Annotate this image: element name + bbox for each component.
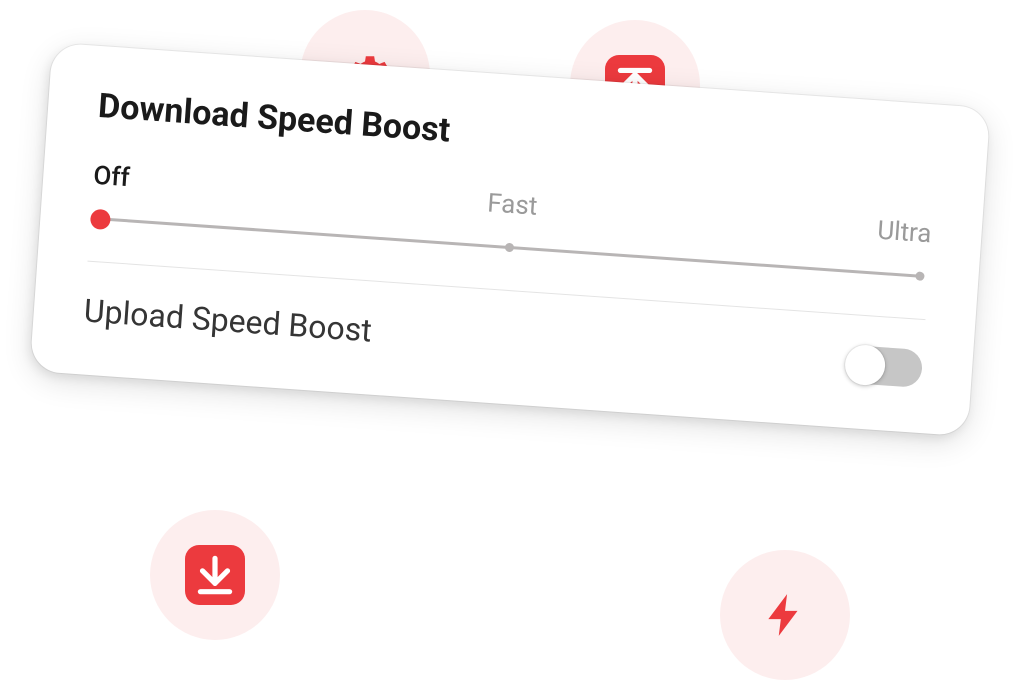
- download-speed-slider[interactable]: Off Fast Ultra: [89, 171, 932, 299]
- slider-label-fast: Fast: [486, 188, 538, 221]
- speed-boost-card: Download Speed Boost Off Fast Ultra Uplo…: [30, 43, 991, 437]
- toggle-knob: [844, 344, 887, 387]
- download-icon-box: [185, 545, 245, 605]
- bolt-icon: [760, 590, 810, 640]
- slider-stop-end: [915, 271, 925, 281]
- slider-label-off: Off: [92, 161, 130, 193]
- background-bolt-circle: [720, 550, 850, 680]
- upload-boost-toggle[interactable]: [845, 345, 923, 388]
- download-boost-title: Download Speed Boost: [97, 86, 938, 184]
- slider-stop-mid: [505, 243, 515, 253]
- download-icon: [190, 550, 240, 600]
- upload-boost-title: Upload Speed Boost: [83, 292, 373, 350]
- slider-thumb[interactable]: [90, 209, 111, 230]
- background-download-circle: [150, 510, 280, 640]
- slider-label-ultra: Ultra: [876, 216, 932, 250]
